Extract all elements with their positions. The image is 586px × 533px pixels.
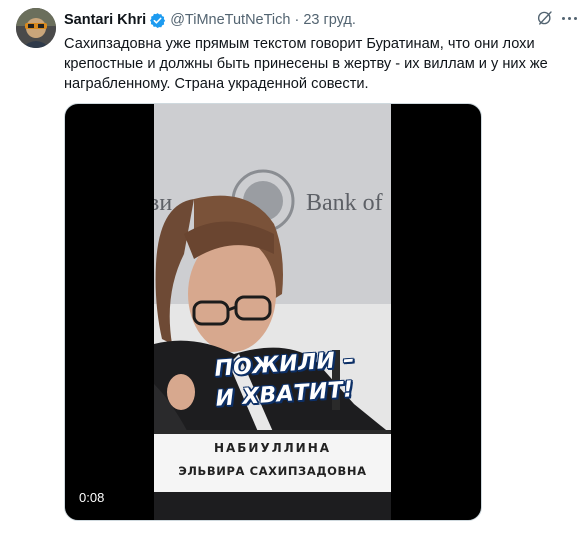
nameplate-surname: НАБИУЛЛИНА xyxy=(213,441,332,455)
video-frame: ви Bank of ПОЖИЛИ – И ХВАТИТ! НАБИУЛЛИНА… xyxy=(154,104,391,520)
video-player[interactable]: ви Bank of ПОЖИЛИ – И ХВАТИТ! НАБИУЛЛИНА… xyxy=(64,103,482,521)
separator-dot: · xyxy=(294,12,300,28)
tweet-date[interactable]: 23 груд. xyxy=(303,12,356,28)
tweet-header: Santari Khri @TiMneTutNeTich · 23 груд. xyxy=(64,10,356,30)
display-name[interactable]: Santari Khri xyxy=(64,12,146,28)
more-icon[interactable] xyxy=(558,8,580,28)
video-timer: 0:08 xyxy=(79,490,105,505)
grok-icon[interactable] xyxy=(535,8,555,28)
nameplate-name: ЭЛЬВИРА САХИПЗАДОВНА xyxy=(178,464,367,478)
avatar[interactable] xyxy=(16,8,56,48)
backdrop-text-left: ви xyxy=(154,190,173,216)
tweet-text: Сахипзадовна уже прямым текстом говорит … xyxy=(64,36,548,92)
backdrop-text: Bank of xyxy=(306,190,383,216)
verified-badge-icon xyxy=(149,12,166,29)
nameplate: НАБИУЛЛИНА ЭЛЬВИРА САХИПЗАДОВНА xyxy=(154,430,391,492)
tweet: Santari Khri @TiMneTutNeTich · 23 груд. … xyxy=(0,0,586,533)
user-handle[interactable]: @TiMneTutNeTich xyxy=(170,12,290,28)
